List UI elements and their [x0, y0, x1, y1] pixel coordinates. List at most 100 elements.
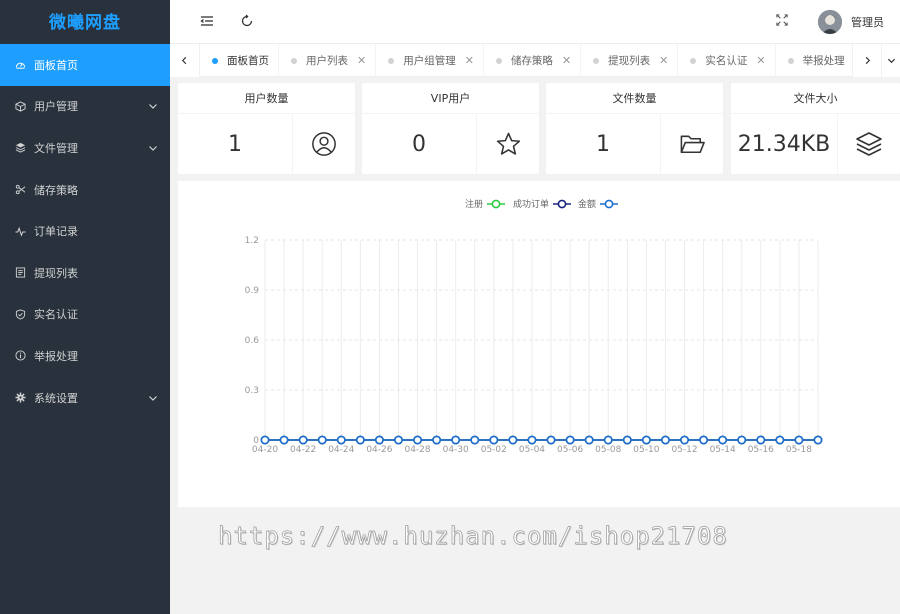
refresh-icon[interactable] [240, 14, 254, 28]
x-tick-label: 05-02 [481, 445, 507, 455]
sidebar-item-label: 举报处理 [34, 349, 78, 363]
close-icon[interactable]: ✕ [357, 54, 366, 67]
sidebar-item-8[interactable]: 系统设置 [0, 377, 170, 419]
stat-card-value: 1 [596, 131, 610, 157]
layers-icon [837, 114, 900, 174]
watermark: https://www.huzhan.com/ishop21708 [218, 522, 728, 551]
tab-label: 面板首页 [227, 55, 269, 67]
x-tick-label: 04-26 [366, 445, 392, 455]
stat-card-value: 0 [412, 131, 426, 157]
tab-3[interactable]: 储存策略 ✕ [484, 44, 582, 77]
avatar [818, 10, 842, 34]
x-tick-label: 04-28 [404, 445, 430, 455]
sidebar-item-label: 系统设置 [34, 391, 78, 405]
data-point [699, 435, 708, 445]
list-icon [14, 267, 26, 279]
sidebar-item-label: 面板首页 [34, 58, 78, 72]
chevron-right-icon [865, 56, 870, 65]
menu-toggle-icon[interactable] [200, 14, 214, 28]
data-point [603, 435, 613, 445]
sidebar-item-1[interactable]: 用户管理 [0, 86, 170, 128]
data-point [756, 435, 766, 445]
sidebar-item-7[interactable]: 举报处理 [0, 335, 170, 377]
sidebar-item-6[interactable]: 实名认证 [0, 294, 170, 336]
x-tick-label: 05-10 [633, 445, 659, 455]
chevron-left-icon [181, 56, 187, 65]
tab-label: 实名认证 [705, 55, 748, 67]
sidebar: 微曦网盘 面板首页用户管理文件管理储存策略订单记录提现列表实名认证举报处理系统设… [0, 0, 170, 614]
tab-label: 储存策略 [510, 55, 553, 67]
data-point [451, 435, 461, 445]
sidebar-item-3[interactable]: 储存策略 [0, 169, 170, 211]
data-point [775, 435, 785, 445]
x-tick-label: 05-06 [557, 445, 583, 455]
stat-card-title: 文件数量 [546, 83, 723, 114]
tab-status-dot [388, 57, 395, 64]
close-icon[interactable]: ✕ [465, 54, 474, 67]
sidebar-item-0[interactable]: 面板首页 [0, 44, 170, 86]
user-menu[interactable]: 管理员 [818, 10, 884, 34]
data-point [413, 435, 422, 445]
tab-bar: 面板首页用户列表✕用户组管理✕储存策略✕提现列表✕实名认证✕举报处理✕ [170, 44, 900, 77]
stat-card-title: 用户数量 [178, 83, 355, 114]
tab-status-dot [787, 57, 794, 64]
fullscreen-icon[interactable] [776, 14, 790, 28]
tab-2[interactable]: 用户组管理 ✕ [376, 44, 484, 77]
x-tick-label: 04-20 [252, 445, 278, 455]
user-circle-icon [292, 114, 355, 174]
sidebar-item-label: 储存策略 [34, 183, 78, 197]
y-tick-label: 1.2 [245, 236, 259, 246]
data-point [718, 435, 728, 445]
tab-0[interactable]: 面板首页 [200, 44, 279, 77]
scissors-icon [14, 184, 26, 196]
data-point [527, 435, 537, 445]
tab-4[interactable]: 提现列表 ✕ [581, 44, 679, 77]
data-point [584, 435, 594, 445]
data-point [546, 435, 556, 445]
close-icon[interactable]: ✕ [562, 54, 571, 67]
x-tick-label: 05-18 [786, 445, 812, 455]
x-tick-label: 04-22 [290, 445, 316, 455]
tab-status-dot [212, 57, 218, 64]
data-point [565, 435, 575, 445]
x-tick-label: 05-08 [595, 445, 621, 455]
sidebar-item-label: 提现列表 [34, 266, 78, 280]
close-icon[interactable]: ✕ [756, 54, 765, 67]
legend-label: 成功订单 [513, 198, 549, 210]
data-point [508, 435, 518, 445]
data-point [489, 435, 499, 445]
layers-icon [14, 142, 26, 154]
tab-1[interactable]: 用户列表 ✕ [279, 44, 377, 77]
tab-label: 用户组管理 [403, 55, 456, 67]
cube-icon [14, 100, 26, 112]
tab-5[interactable]: 实名认证 ✕ [678, 44, 776, 77]
tab-scroll-left-button[interactable] [170, 44, 200, 77]
sidebar-item-4[interactable]: 订单记录 [0, 210, 170, 252]
stat-card-value: 1 [228, 131, 242, 157]
sidebar-item-5[interactable]: 提现列表 [0, 252, 170, 294]
tab-scroll-right-button[interactable] [852, 44, 882, 77]
data-point [641, 435, 651, 445]
close-icon[interactable]: ✕ [659, 54, 668, 67]
tab-label: 举报处理 [802, 55, 845, 67]
tab-options-button[interactable] [882, 44, 900, 77]
data-point [680, 435, 689, 445]
stat-card-3: 文件大小 21.34KB [731, 83, 900, 174]
sidebar-item-label: 用户管理 [34, 100, 78, 114]
legend-marker [491, 199, 501, 209]
data-point [470, 435, 480, 445]
data-point [813, 435, 823, 445]
top-header: 管理员 [170, 0, 900, 44]
legend-label: 金额 [578, 198, 596, 210]
sidebar-item-2[interactable]: 文件管理 [0, 127, 170, 169]
gear-icon [14, 392, 26, 404]
app-logo[interactable]: 微曦网盘 [0, 0, 170, 44]
y-tick-label: 0.3 [245, 386, 259, 396]
data-point [737, 435, 747, 445]
data-point [355, 435, 365, 445]
tab-status-dot [291, 57, 297, 64]
x-tick-label: 05-04 [519, 445, 545, 455]
pulse-icon [14, 225, 26, 237]
line-chart: 00.30.60.91.204-20 04-22 04-24 04-26 04-28 04… [245, 198, 823, 455]
chevron-down-icon [148, 101, 158, 111]
